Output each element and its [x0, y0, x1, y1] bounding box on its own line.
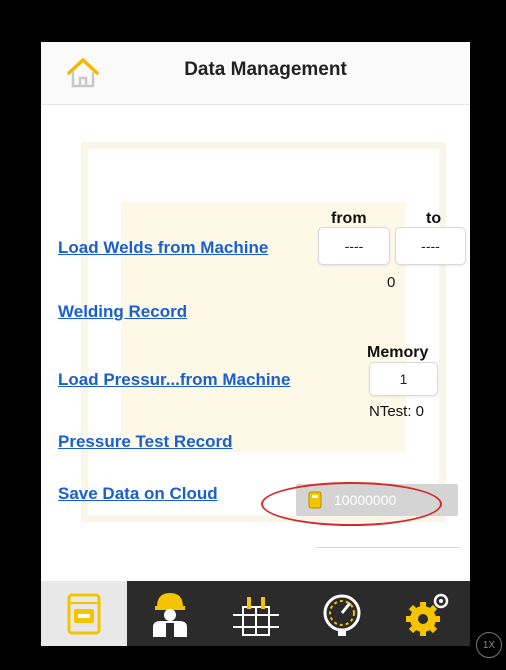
watermark-logo	[81, 142, 446, 522]
settings-gear-icon	[406, 593, 449, 636]
to-label: to	[426, 210, 442, 227]
divider	[316, 547, 460, 548]
pressure-gauge-icon	[323, 594, 361, 636]
load-pressure-link[interactable]: Load Pressur...from Machine	[58, 370, 290, 390]
bottom-tab-bar	[41, 581, 470, 646]
from-label: from	[331, 210, 367, 227]
save-data-cloud-link[interactable]: Save Data on Cloud	[58, 484, 218, 504]
app-screen: Data Management from to Load Welds from …	[41, 42, 470, 646]
welds-count: 0	[387, 274, 396, 291]
pipe-fitting-icon	[233, 596, 279, 636]
memory-label: Memory	[367, 344, 429, 361]
ntest-count: NTest: 0	[369, 403, 425, 420]
tab-machine-data[interactable]	[41, 581, 127, 646]
page-title: Data Management	[184, 59, 347, 80]
machine-data-icon	[67, 593, 101, 634]
welding-record-link[interactable]: Welding Record	[58, 302, 187, 322]
memory-field[interactable]: 1	[369, 362, 438, 396]
header-bar: Data Management	[41, 42, 470, 105]
annotation-highlight-oval	[261, 482, 442, 526]
from-field[interactable]: ----	[318, 227, 390, 265]
tab-welder[interactable]	[127, 581, 213, 646]
zoom-badge[interactable]: 1X	[476, 632, 502, 658]
to-field[interactable]: ----	[395, 227, 466, 265]
pressure-test-record-link[interactable]: Pressure Test Record	[58, 432, 232, 452]
tab-fittings[interactable]	[213, 581, 299, 646]
tab-settings[interactable]	[385, 581, 470, 646]
tab-pressure[interactable]	[299, 581, 385, 646]
load-welds-link[interactable]: Load Welds from Machine	[58, 238, 268, 258]
welder-worker-icon	[153, 592, 187, 637]
